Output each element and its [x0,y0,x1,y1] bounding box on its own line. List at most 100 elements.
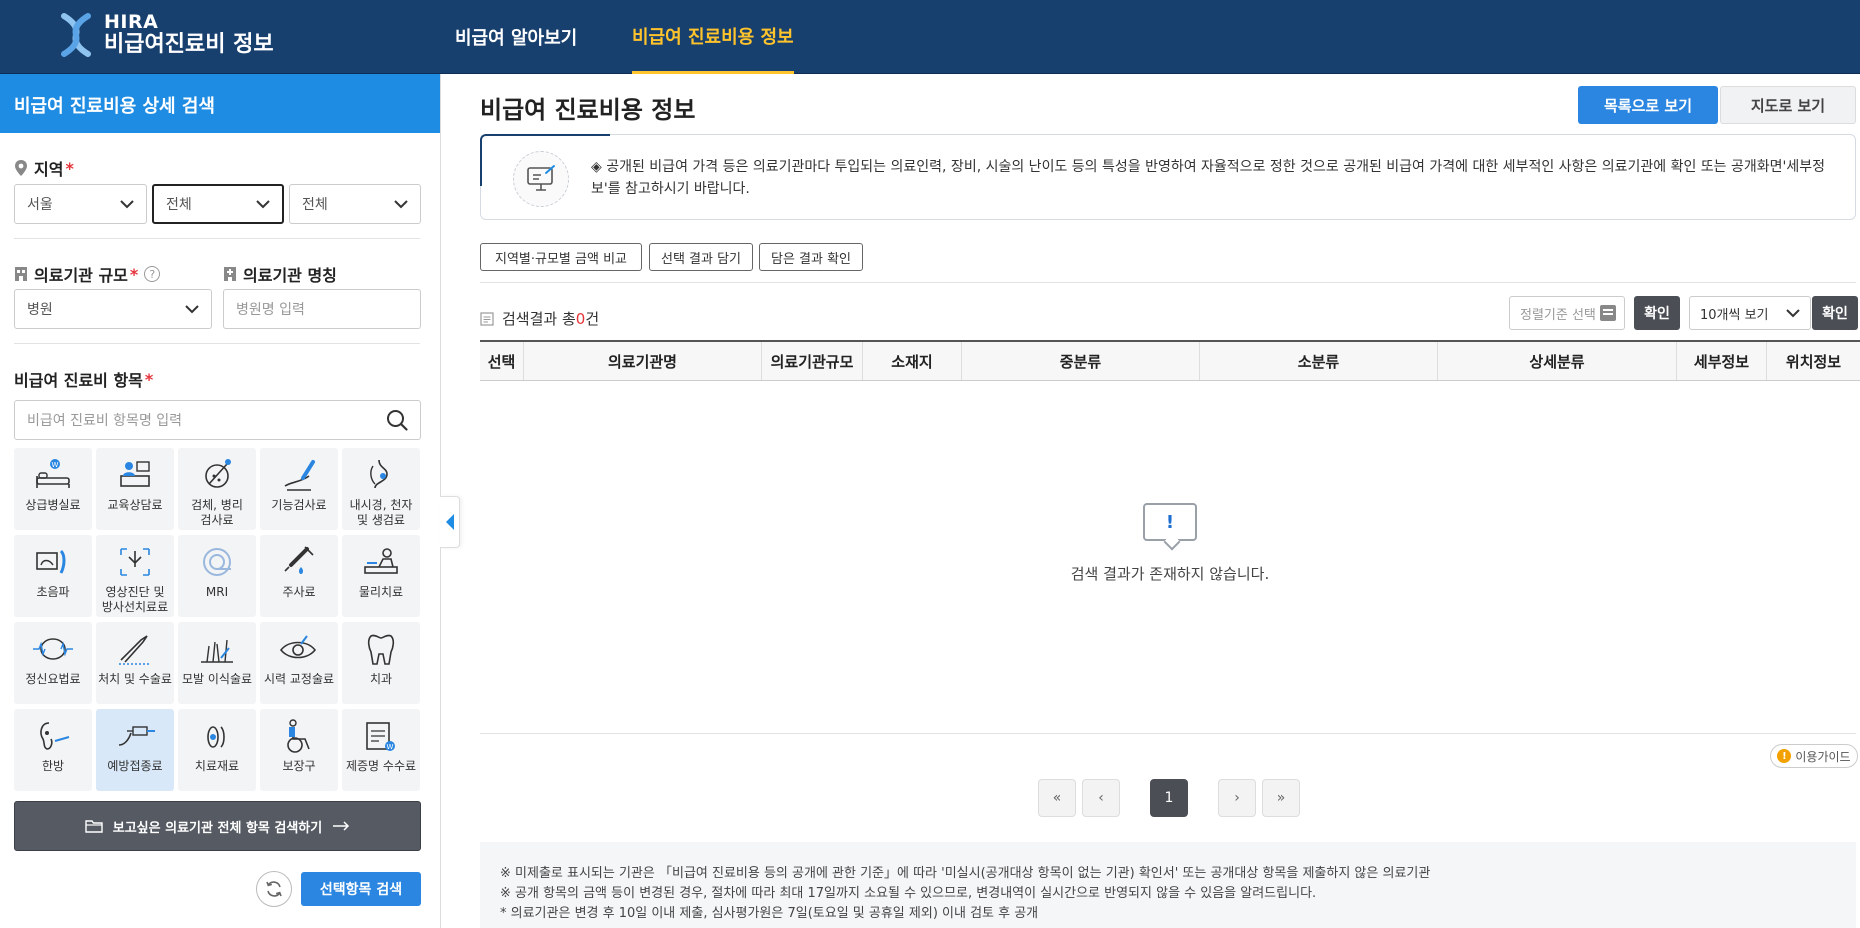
name-label-text: 의료기관 명칭 [243,266,337,285]
category-item[interactable]: 한방 [14,709,92,791]
brain-icon [33,638,73,660]
result-count-number: 0 [575,309,586,328]
region-district-select[interactable]: 전체 [152,184,284,224]
vaccine-icon [118,726,155,746]
sort-confirm-button[interactable]: 확인 [1634,296,1680,330]
per-page-confirm-button[interactable]: 확인 [1812,296,1858,330]
chevron-down-icon [185,304,199,313]
category-item[interactable]: 처치 및 수술료 [96,622,174,704]
category-item[interactable]: 모발 이식술료 [178,622,256,704]
region-label-text: 지역 [34,160,64,179]
last-page-button[interactable]: » [1262,779,1300,817]
certificate-icon: W [366,722,395,751]
search-icon[interactable] [386,409,408,431]
eye-icon [279,635,317,659]
region-city-select[interactable]: 서울 [14,184,147,224]
region-city-value: 서울 [27,197,53,213]
compare-button[interactable]: 지역별·규모별 금액 비교 [480,243,642,271]
footnote: ※ 공개 항목의 금액 등이 변경된 경우, 절차에 따라 최대 17일까지 소… [500,886,1317,902]
category-item[interactable]: 정신요법료 [14,622,92,704]
category-item[interactable]: W 제증명 수수료 [342,709,420,791]
per-page-select[interactable]: 10개씩 보기 [1689,296,1811,330]
category-item[interactable]: 기능검사료 [260,448,338,530]
category-item[interactable]: 주사료 [260,535,338,617]
region-dong-select[interactable]: 전체 [289,184,421,224]
footnotes: ※ 미제출로 표시되는 기관은 「비급여 진료비용 등의 공개에 관한 기준」에… [480,842,1856,928]
per-page-value: 10개씩 보기 [1700,307,1769,323]
column-header: 위치정보 [1785,352,1842,371]
category-item[interactable]: 초음파 [14,535,92,617]
results-table-header: 선택 의료기관명 의료기관규모 소재지 중분류 소분류 상세분류 세부정보 위치… [480,340,1860,381]
empty-message: 검색 결과가 존재하지 않습니다. [1070,565,1270,583]
category-item[interactable]: MRI [178,535,256,617]
save-selection-button[interactable]: 선택 결과 담기 [649,243,753,271]
category-item[interactable]: 검체, 병리 검사료 [178,448,256,530]
sort-select[interactable]: 정렬기준 선택 [1509,296,1625,330]
category-item[interactable]: 보장구 [260,709,338,791]
column-header: 중분류 [962,342,1200,380]
hospital-name-input[interactable]: 병원명 입력 [223,289,421,329]
map-view-button[interactable]: 지도로 보기 [1720,86,1856,124]
search-selected-button[interactable]: 선택항목 검색 [301,872,421,906]
reset-button[interactable] [256,871,292,907]
sidebar-title: 비급여 진료비용 상세 검색 [0,74,440,133]
item-search-input[interactable]: 비급여 진료비 항목명 입력 [14,400,421,440]
category-label: 예방접종료 [107,759,163,773]
category-label: 교육상담료 [107,498,163,512]
category-item[interactable]: W 상급병실료 [14,448,92,530]
category-label: 물리치료 [358,585,404,599]
view-saved-button[interactable]: 담은 결과 확인 [759,243,863,271]
notice-box: ◈ 공개된 비급여 가격 등은 의료기관마다 투입되는 의료인력, 장비, 시술… [480,134,1856,220]
nav-item-about[interactable]: 비급여 알아보기 [455,0,577,74]
user-guide-button[interactable]: ! 이용가이드 [1770,744,1858,768]
specimen-icon [205,459,231,488]
first-page-button[interactable]: « [1038,779,1076,817]
result-count-suffix: 건 [585,310,600,328]
category-label: 초음파 [36,585,70,599]
site-logo[interactable]: HIRA 비급여진료비 정보 [60,12,274,58]
column-header: 상세분류 [1438,342,1677,380]
tooth-icon [367,634,395,665]
category-item[interactable]: 치료재료 [178,709,256,791]
scale-select[interactable]: 병원 [14,289,212,329]
folder-icon [85,820,103,833]
search-all-items-button[interactable]: 보고싶은 의료기관 전체 항목 검색하기 [14,801,421,851]
acupuncture-icon [40,722,70,750]
sort-placeholder: 정렬기준 선택 [1520,307,1596,323]
divider [14,343,420,344]
category-item[interactable]: 치과 [342,622,420,704]
category-label: 모발 이식술료 [181,672,253,686]
required-mark: * [144,369,154,389]
column-header: 소분류 [1200,342,1438,380]
function-test-icon [284,460,315,491]
category-item[interactable]: 교육상담료 [96,448,174,530]
category-label: 치료재료 [194,759,240,773]
help-icon[interactable]: ? [144,266,161,282]
category-item[interactable]: 영상진단 및 방사선치료료 [96,535,174,617]
category-item[interactable]: 물리치료 [342,535,420,617]
list-view-button[interactable]: 목록으로 보기 [1578,86,1718,124]
search-all-items-label: 보고싶은 의료기관 전체 항목 검색하기 [112,820,323,836]
current-page[interactable]: 1 [1150,779,1188,817]
category-item[interactable]: 시력 교정술료 [260,622,338,704]
column-header: 선택 [480,342,524,380]
sidebar-collapse-toggle[interactable] [440,496,460,548]
document-icon [480,311,494,326]
info-icon: ! [1777,749,1792,763]
hospital-icon [224,267,236,281]
nav-item-cost-info[interactable]: 비급여 진료비용 정보 [632,0,794,74]
required-mark: * [129,264,139,284]
prev-page-button[interactable]: ‹ [1082,779,1120,817]
next-page-button[interactable]: › [1218,779,1256,817]
category-item[interactable]: 내시경, 천자 및 생검료 [342,448,420,530]
collapse-left-icon [445,514,454,530]
category-label: 제증명 수수료 [345,759,417,773]
category-label: 영상진단 및 방사선치료료 [101,585,169,614]
svg-text:W: W [52,461,59,469]
category-item[interactable]: 예방접종료 [96,709,174,791]
page-title: 비급여 진료비용 정보 [480,96,696,124]
scalpel-icon [119,635,149,665]
wheelchair-icon [287,719,310,753]
category-label: 내시경, 천자 및 생검료 [349,498,413,527]
column-header: 의료기관규모 [762,342,863,380]
